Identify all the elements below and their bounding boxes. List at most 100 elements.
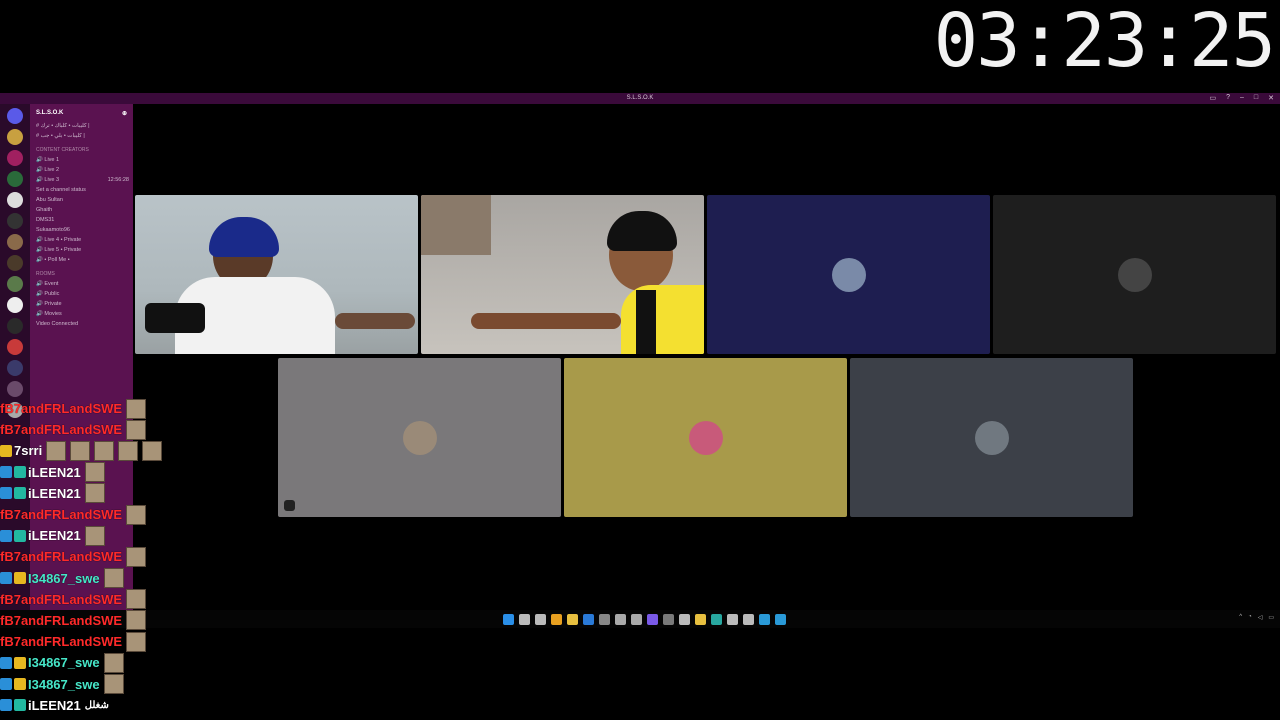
chat-message: I34867_swe bbox=[0, 652, 250, 673]
files-icon[interactable] bbox=[567, 614, 578, 625]
channel-label: Private bbox=[44, 301, 62, 307]
channel-category[interactable]: ROOMS bbox=[30, 269, 133, 279]
widgets-icon[interactable] bbox=[551, 614, 562, 625]
emote-icon bbox=[118, 440, 139, 461]
app-icon[interactable] bbox=[663, 614, 674, 625]
chat-username[interactable]: I34867_swe bbox=[28, 571, 100, 586]
crown-badge-icon bbox=[14, 656, 26, 669]
server-icon[interactable] bbox=[7, 360, 23, 376]
emote-icon bbox=[126, 398, 147, 419]
voice-user[interactable]: Ghaith bbox=[30, 205, 133, 215]
discord-home-icon[interactable] bbox=[7, 108, 23, 124]
taskview-icon[interactable] bbox=[535, 614, 546, 625]
window-title: S.L.S.O.K bbox=[626, 95, 654, 101]
close-icon[interactable]: ✕ bbox=[1268, 94, 1274, 102]
chat-username[interactable]: fB7andFRLandSWE bbox=[0, 549, 122, 564]
chat-username[interactable]: iLEEN21 bbox=[28, 465, 81, 480]
wifi-icon[interactable]: ◔ bbox=[1248, 614, 1252, 621]
chat-username[interactable]: fB7andFRLandSWE bbox=[0, 422, 122, 437]
emote-icon bbox=[126, 419, 147, 440]
search-icon[interactable] bbox=[519, 614, 530, 625]
channel-item[interactable]: 🔊 Movies bbox=[30, 309, 133, 319]
crown-badge-icon bbox=[0, 444, 12, 457]
voice-user[interactable]: DMS31 bbox=[30, 215, 133, 225]
voice-user[interactable]: Sukaamoto96 bbox=[30, 225, 133, 235]
emote-icon bbox=[84, 525, 105, 546]
avatar bbox=[1117, 257, 1152, 292]
chat-username[interactable]: I34867_swe bbox=[28, 677, 100, 692]
voice-user[interactable]: Abu Sultan bbox=[30, 195, 133, 205]
video-tile-participant[interactable] bbox=[278, 358, 561, 517]
server-icon[interactable] bbox=[7, 192, 23, 208]
server-icon[interactable] bbox=[7, 255, 23, 271]
discord-icon[interactable] bbox=[647, 614, 658, 625]
folder-icon[interactable] bbox=[695, 614, 706, 625]
channel-category[interactable]: CONTENT CREATORS bbox=[30, 145, 133, 155]
add-user-icon[interactable]: ⊕ bbox=[122, 110, 127, 117]
app-icon[interactable] bbox=[679, 614, 690, 625]
channel-item[interactable]: 🔊 Live 5 • Private bbox=[30, 245, 133, 255]
avatar bbox=[688, 420, 723, 455]
emote-icon bbox=[126, 504, 147, 525]
browser-icon[interactable] bbox=[711, 614, 722, 625]
minimize-icon[interactable]: – bbox=[1240, 94, 1244, 102]
chat-username[interactable]: iLEEN21 bbox=[28, 698, 81, 713]
chat-username[interactable]: iLEEN21 bbox=[28, 528, 81, 543]
channel-item[interactable]: 🔊 • Poll Me • bbox=[30, 255, 133, 265]
channel-label: DMS31 bbox=[36, 217, 55, 223]
chat-message: I34867_swe bbox=[0, 568, 250, 589]
server-name[interactable]: S.L.S.O.K ⊕ bbox=[30, 104, 133, 121]
video-tile-participant[interactable] bbox=[993, 195, 1276, 354]
start-icon[interactable] bbox=[503, 614, 514, 625]
stream-timer: 03:23:25 bbox=[933, 0, 1276, 84]
help-icon[interactable]: ? bbox=[1226, 94, 1230, 102]
channel-item[interactable]: # كليبات • بلي • جب | bbox=[30, 131, 133, 141]
maximize-icon[interactable]: □ bbox=[1254, 94, 1258, 102]
app-icon[interactable] bbox=[775, 614, 786, 625]
chat-username[interactable]: fB7andFRLandSWE bbox=[0, 507, 122, 522]
server-icon[interactable] bbox=[7, 213, 23, 229]
chevron-up-icon[interactable]: ^ bbox=[1239, 614, 1242, 621]
settings-icon[interactable] bbox=[599, 614, 610, 625]
server-icon[interactable] bbox=[7, 318, 23, 334]
crown-badge-icon bbox=[14, 678, 26, 691]
app-icon[interactable] bbox=[743, 614, 754, 625]
video-tile-participant[interactable] bbox=[564, 358, 847, 517]
chat-username[interactable]: fB7andFRLandSWE bbox=[0, 634, 122, 649]
app-icon[interactable] bbox=[727, 614, 738, 625]
video-tile-camera[interactable] bbox=[135, 195, 418, 354]
server-icon[interactable] bbox=[7, 381, 23, 397]
channel-item[interactable]: 🔊 Event bbox=[30, 279, 133, 289]
video-tile-participant[interactable] bbox=[707, 195, 990, 354]
server-icon[interactable] bbox=[7, 276, 23, 292]
app-icon[interactable] bbox=[759, 614, 770, 625]
video-tile-participant[interactable] bbox=[850, 358, 1133, 517]
channel-item[interactable]: 🔊 Live 2 bbox=[30, 165, 133, 175]
chat-username[interactable]: fB7andFRLandSWE bbox=[0, 613, 122, 628]
chat-username[interactable]: fB7andFRLandSWE bbox=[0, 401, 122, 416]
chat-username[interactable]: I34867_swe bbox=[28, 655, 100, 670]
server-icon[interactable] bbox=[7, 339, 23, 355]
server-icon[interactable] bbox=[7, 234, 23, 250]
battery-icon[interactable]: ▭ bbox=[1268, 614, 1274, 621]
server-icon[interactable] bbox=[7, 129, 23, 145]
channel-item[interactable]: 🔊 Live 3 12:56:28 bbox=[30, 175, 133, 185]
chat-username[interactable]: 7srri bbox=[14, 443, 42, 458]
video-tile-camera[interactable] bbox=[421, 195, 704, 354]
server-icon[interactable] bbox=[7, 150, 23, 166]
inbox-icon[interactable]: ▭ bbox=[1209, 94, 1216, 102]
server-icon[interactable] bbox=[7, 171, 23, 187]
volume-icon[interactable]: ◁ bbox=[1258, 614, 1263, 621]
sub-badge-icon bbox=[14, 466, 26, 479]
channel-item[interactable]: 🔊 Live 4 • Private bbox=[30, 235, 133, 245]
chat-username[interactable]: iLEEN21 bbox=[28, 486, 81, 501]
channel-item[interactable]: 🔊 Live 1 bbox=[30, 155, 133, 165]
app-icon[interactable] bbox=[615, 614, 626, 625]
server-icon[interactable] bbox=[7, 297, 23, 313]
chat-username[interactable]: fB7andFRLandSWE bbox=[0, 592, 122, 607]
app-icon[interactable] bbox=[631, 614, 642, 625]
channel-item[interactable]: 🔊 Public bbox=[30, 289, 133, 299]
vscode-icon[interactable] bbox=[583, 614, 594, 625]
channel-item[interactable]: 🔊 Private bbox=[30, 299, 133, 309]
channel-item[interactable]: # كليبات • كلباك • ترك | bbox=[30, 121, 133, 131]
